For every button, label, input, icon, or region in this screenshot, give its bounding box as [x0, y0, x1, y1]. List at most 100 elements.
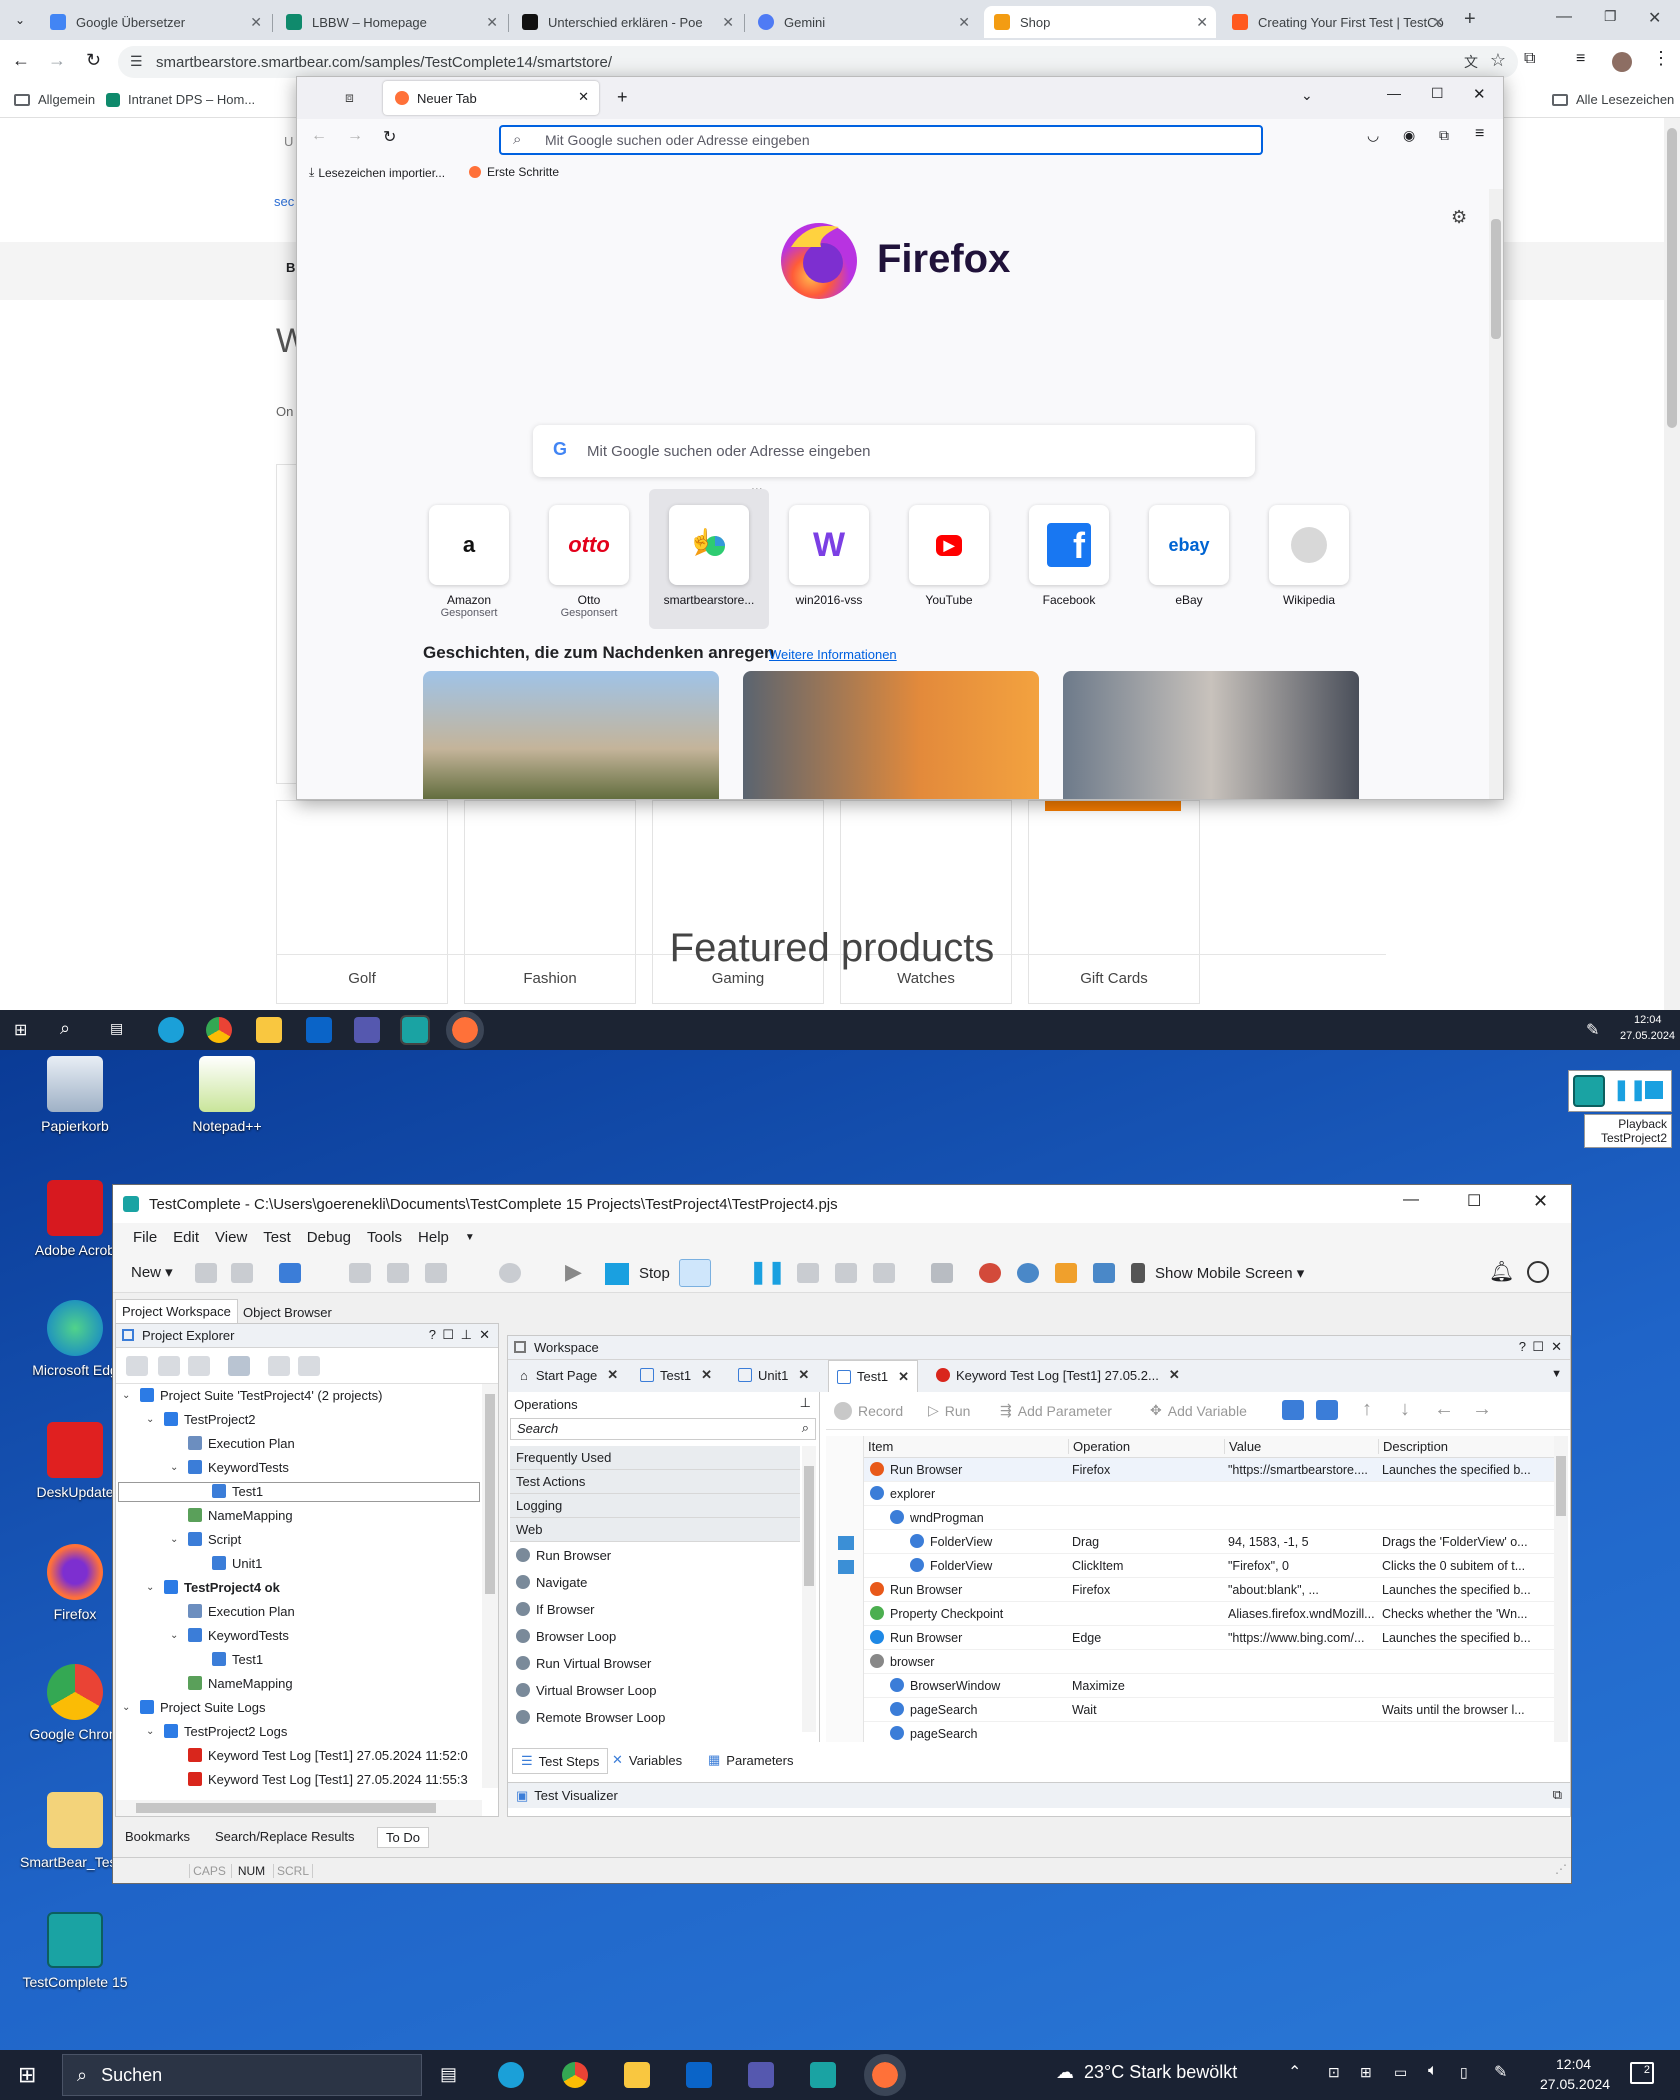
teams-icon[interactable]	[354, 1017, 380, 1043]
top-site-wikipedia[interactable]: Wikipedia	[1249, 489, 1369, 629]
chrome-tab-testcomplete-doc[interactable]: Creating Your First Test | TestCo ✕	[1222, 6, 1452, 38]
testcomplete-icon[interactable]	[810, 2062, 836, 2088]
chevron-up-icon[interactable]: ⌃	[1288, 2062, 1301, 2082]
tab-variables[interactable]: ✕ Variables	[612, 1752, 682, 1768]
search-icon[interactable]: ⌕	[60, 1018, 70, 1039]
shop-partial-link[interactable]: sec	[274, 194, 294, 209]
inspect-icon[interactable]	[1017, 1263, 1039, 1283]
tray-app2-icon[interactable]: ⊞	[1360, 2064, 1372, 2081]
pause-button[interactable]: ❚❚	[1613, 1077, 1647, 1102]
stop-label[interactable]: Stop	[639, 1265, 670, 1282]
back-icon[interactable]: ←	[311, 127, 327, 145]
show-mobile-screen-button[interactable]: Show Mobile Screen ▾	[1155, 1264, 1304, 1282]
expand-chevron-icon[interactable]: ⌄	[170, 1456, 178, 1480]
tree-node[interactable]: ⌄ TestProject2 Logs	[116, 1720, 482, 1744]
move-right-icon[interactable]: →	[1472, 1398, 1492, 1421]
firefox-scrollbar[interactable]	[1489, 189, 1503, 799]
run-icon[interactable]: ▶	[565, 1259, 582, 1285]
move-up-icon[interactable]: ↑	[1362, 1398, 1372, 1421]
run-suite-icon[interactable]	[298, 1356, 320, 1376]
operation-item[interactable]: Browser Loop	[510, 1623, 800, 1650]
menu-icon[interactable]: ≡	[1475, 125, 1484, 143]
top-site-facebook[interactable]: f Facebook	[1009, 489, 1129, 629]
site-info-icon[interactable]: ☰	[130, 53, 143, 70]
step-into-icon[interactable]	[835, 1263, 857, 1283]
operations-category[interactable]: Test Actions	[510, 1470, 800, 1494]
table-row[interactable]: pageSearch Wait Waits until the browser l.…	[864, 1698, 1554, 1722]
expand-chevron-icon[interactable]: ⌄	[122, 1696, 130, 1720]
operations-scroll[interactable]	[802, 1446, 816, 1732]
bookmark-icon[interactable]	[1316, 1400, 1338, 1420]
menu-file[interactable]: File	[133, 1229, 157, 1246]
chrome-icon[interactable]	[206, 1017, 232, 1043]
menu-test[interactable]: Test	[263, 1229, 291, 1246]
tree-node[interactable]: ⌄ TestProject2	[116, 1408, 482, 1432]
close-icon[interactable]: ✕	[479, 1327, 490, 1343]
table-row[interactable]: Run Browser Firefox "about:blank", ... Laun…	[864, 1578, 1554, 1602]
forward-icon[interactable]: →	[48, 50, 66, 71]
help-icon[interactable]: ?	[1519, 1339, 1526, 1354]
scrollbar-thumb[interactable]	[136, 1803, 436, 1813]
network-icon[interactable]: ▭	[1394, 2064, 1407, 2081]
notification-icon[interactable]: 2	[1630, 2062, 1654, 2084]
run-button[interactable]: ▷ Run	[928, 1402, 970, 1419]
firefox-icon[interactable]	[446, 1011, 484, 1049]
tree-node[interactable]: ⌄ Script	[116, 1528, 482, 1552]
tab-test1-active[interactable]: Test1 ✕	[828, 1360, 918, 1392]
start-icon[interactable]: ⊞	[14, 1020, 27, 1040]
pin-icon[interactable]: ⊥	[461, 1327, 472, 1343]
menu-tools[interactable]: Tools	[367, 1229, 402, 1246]
expand-icon[interactable]: ⧉	[1553, 1787, 1562, 1803]
operations-category[interactable]: Web	[510, 1518, 800, 1542]
back-icon[interactable]: ←	[12, 50, 30, 71]
screenshot-icon[interactable]	[838, 1560, 854, 1574]
column-description[interactable]: Description	[1378, 1439, 1448, 1454]
restore-button[interactable]: ❐	[1604, 8, 1617, 25]
tree-node[interactable]: Keyword Test Log [Test1] 27.05.2024 11:5…	[116, 1744, 482, 1768]
tab-unit1[interactable]: Unit1 ✕	[730, 1360, 817, 1390]
list-icon[interactable]	[1093, 1263, 1115, 1283]
add-item-icon[interactable]	[349, 1263, 371, 1283]
avatar[interactable]	[1612, 52, 1632, 72]
reload-icon[interactable]: ↻	[86, 50, 101, 71]
tree-node[interactable]: Execution Plan	[116, 1600, 482, 1624]
comment-icon[interactable]	[1282, 1400, 1304, 1420]
top-site-amazon[interactable]: a Amazon Gesponsert	[409, 489, 529, 629]
tab-search-replace[interactable]: Search/Replace Results	[215, 1829, 354, 1844]
tab-test1-keyword[interactable]: Test1 ✕	[632, 1360, 720, 1390]
table-row[interactable]: Run Browser Firefox "https://smartbearstor…	[864, 1458, 1554, 1482]
table-row[interactable]: pageSearch	[864, 1722, 1554, 1742]
bookmark-erste-schritte[interactable]: Erste Schritte	[469, 165, 559, 179]
screenshot-icon[interactable]	[838, 1536, 854, 1550]
category-gaming[interactable]: Gaming	[652, 800, 824, 1004]
bookmark-star-icon[interactable]: ☆	[1490, 50, 1506, 71]
newtab-search-input[interactable]: G Mit Google suchen oder Adresse eingebe…	[533, 425, 1255, 477]
maximize-button[interactable]: ☐	[1431, 85, 1444, 102]
story-card-panel[interactable]	[743, 671, 1039, 799]
expand-chevron-icon[interactable]: ⌄	[146, 1576, 154, 1600]
top-site-youtube[interactable]: ▶ YouTube	[889, 489, 1009, 629]
chrome-icon[interactable]	[562, 2062, 588, 2088]
table-row[interactable]: FolderView ClickItem "Firefox", 0 Clicks th…	[864, 1554, 1554, 1578]
close-project-icon[interactable]	[231, 1263, 253, 1283]
desktop-icon-notepadpp[interactable]: Notepad++	[172, 1056, 282, 1134]
expand-chevron-icon[interactable]: ⌄	[146, 1720, 154, 1744]
resize-grip-icon[interactable]: ⋰	[1555, 1862, 1567, 1876]
add-variable-button[interactable]: ✥ Add Variable	[1150, 1402, 1247, 1419]
chart-icon[interactable]	[1055, 1263, 1077, 1283]
task-view-icon[interactable]: ▤	[440, 2064, 457, 2085]
clock-time[interactable]: 12:04	[1634, 1014, 1662, 1026]
tree-node[interactable]: ⌄ Project Suite 'TestProject4' (2 project…	[116, 1384, 482, 1408]
tab-search-button[interactable]: ⌄	[8, 8, 32, 32]
bell-icon[interactable]: 🔔︎	[1489, 1259, 1514, 1284]
teams-icon[interactable]	[748, 2062, 774, 2088]
clock-time[interactable]: 12:04	[1556, 2056, 1591, 2072]
pen-icon[interactable]: ✎	[1494, 2062, 1507, 2082]
operations-category[interactable]: Logging	[510, 1494, 800, 1518]
table-row[interactable]: wndProgman	[864, 1506, 1554, 1530]
firefox-address-bar[interactable]: ⌕ Mit Google suchen oder Adresse eingebe…	[499, 125, 1263, 155]
clock-date[interactable]: 27.05.2024	[1620, 1030, 1675, 1042]
menu-help[interactable]: Help	[418, 1229, 449, 1246]
close-icon[interactable]: ✕	[958, 14, 970, 31]
target-icon[interactable]	[679, 1259, 711, 1287]
